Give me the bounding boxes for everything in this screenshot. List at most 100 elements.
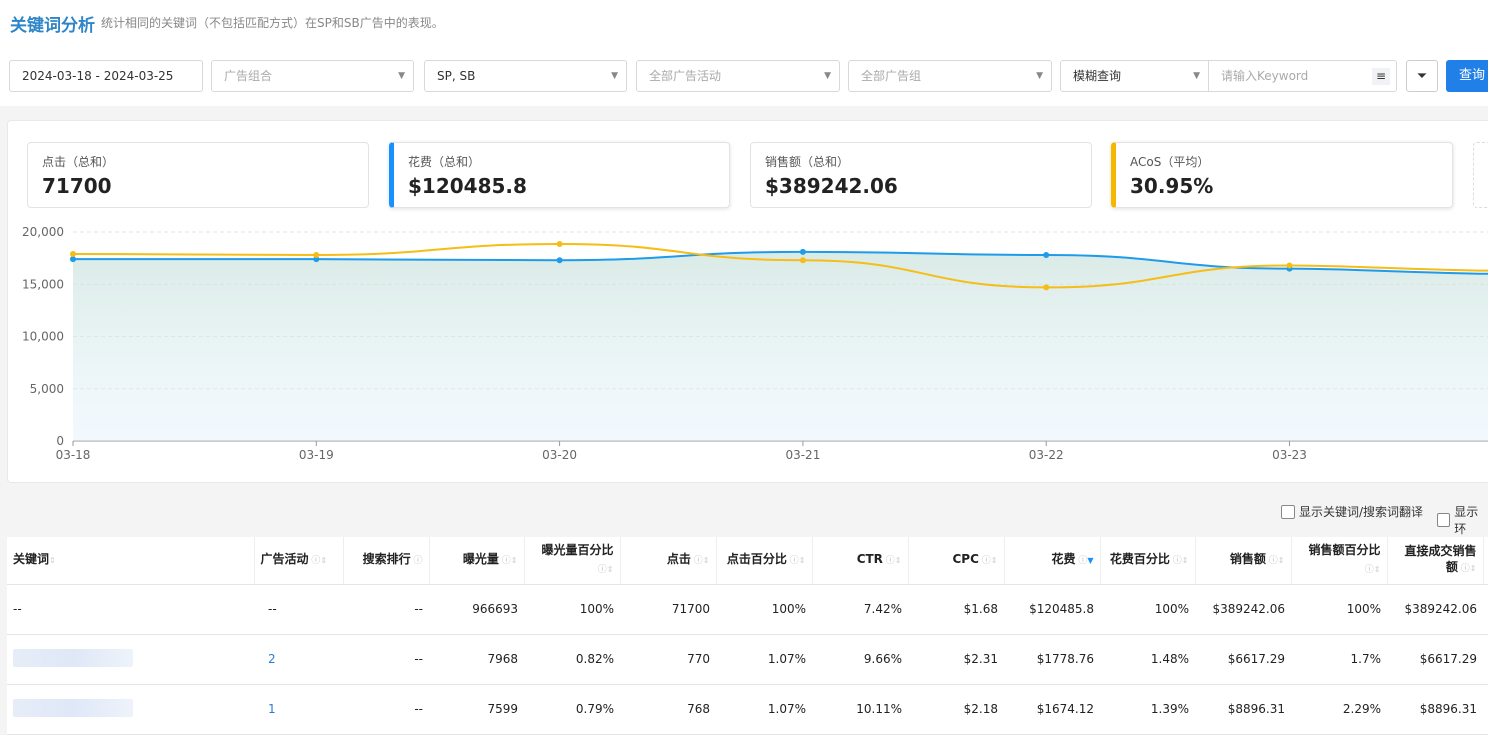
table-cell: $1.68 bbox=[908, 584, 1004, 635]
checkbox-label: 显示关键词/搜索词翻译 bbox=[1299, 505, 1424, 519]
redacted-keyword[interactable] bbox=[13, 698, 133, 717]
table-cell: 100% bbox=[1100, 584, 1195, 635]
checkbox-box[interactable] bbox=[1281, 504, 1295, 519]
table-cell: 768 bbox=[620, 684, 716, 735]
help-icon[interactable]: ⓘ bbox=[787, 556, 799, 566]
sort-icon[interactable]: ⇕ bbox=[49, 556, 56, 565]
help-icon[interactable]: ⓘ bbox=[1266, 556, 1278, 566]
campaign-count-link[interactable]: 2 bbox=[268, 652, 276, 666]
help-icon[interactable]: ⓘ bbox=[499, 556, 511, 566]
help-icon[interactable]: ⓘ bbox=[598, 565, 607, 575]
table-cell: -- bbox=[7, 584, 254, 635]
checkbox-label: 显示环 bbox=[1454, 505, 1479, 536]
table-cell: 7599 bbox=[429, 684, 524, 735]
table-cell bbox=[7, 634, 254, 685]
sort-icon[interactable]: ⇕ bbox=[1182, 556, 1189, 565]
sort-icon[interactable]: ⇕ bbox=[320, 556, 327, 565]
sort-icon[interactable]: ⇕ bbox=[895, 556, 902, 565]
sort-icon[interactable]: ⇕ bbox=[703, 556, 710, 565]
data-point bbox=[1043, 251, 1050, 258]
table-cell: 7968 bbox=[429, 634, 524, 685]
table-cell bbox=[7, 684, 254, 735]
table-cell: $2.18 bbox=[908, 684, 1004, 735]
campaign-count-link[interactable]: 1 bbox=[268, 702, 276, 716]
redacted-keyword[interactable] bbox=[13, 648, 133, 667]
data-point bbox=[799, 257, 806, 264]
help-icon[interactable]: ⓘ bbox=[979, 556, 991, 566]
line-chart: 0 5,000 10,000 15,000 20,000 03-18 03-19 03-20 0… bbox=[22, 225, 1488, 462]
sort-desc-icon[interactable]: ▼ bbox=[1087, 556, 1093, 565]
help-icon[interactable]: ⓘ bbox=[1458, 564, 1470, 574]
checkbox-box[interactable] bbox=[1437, 513, 1451, 527]
table-cell: $6617.29 bbox=[1195, 634, 1291, 685]
column-header[interactable]: 花费 ⓘ▼ bbox=[1004, 537, 1101, 585]
table-cell: 100% bbox=[1291, 584, 1387, 635]
column-header[interactable]: 曝光量 ⓘ⇕ bbox=[429, 537, 525, 585]
column-header[interactable]: 销售额百分比 ⓘ⇕ bbox=[1291, 537, 1388, 585]
sort-icon[interactable]: ⇕ bbox=[799, 556, 806, 565]
help-icon[interactable]: ⓘ bbox=[411, 556, 422, 566]
y-tick-label: 0 bbox=[56, 434, 64, 448]
help-icon[interactable]: ⓘ bbox=[1075, 556, 1087, 566]
sort-icon[interactable]: ⇕ bbox=[511, 556, 518, 565]
table-cell: -- bbox=[343, 684, 429, 735]
column-header[interactable]: 广告活动 ⓘ⇕ bbox=[254, 537, 344, 585]
column-header[interactable]: 点击百分比 ⓘ⇕ bbox=[716, 537, 813, 585]
table-cell: $1778.76 bbox=[1004, 634, 1100, 685]
table-cell: 966693 bbox=[429, 584, 524, 635]
table-cell: $120485.8 bbox=[1004, 584, 1100, 635]
x-tick-label: 03-20 bbox=[542, 448, 577, 462]
table-cell: 770 bbox=[620, 634, 716, 685]
column-header-label: 销售额 bbox=[1229, 552, 1266, 567]
help-icon[interactable]: ⓘ bbox=[1170, 556, 1182, 566]
y-tick-label: 20,000 bbox=[22, 225, 64, 239]
table-cell: 9.66% bbox=[812, 634, 908, 685]
column-header-label: 点击百分比 bbox=[726, 552, 787, 567]
table-cell: $389242.06 bbox=[1195, 584, 1291, 635]
column-header-label: 曝光量 bbox=[462, 552, 499, 567]
table-cell: 1.39% bbox=[1100, 684, 1195, 735]
y-tick-label: 15,000 bbox=[22, 277, 64, 291]
help-icon[interactable]: ⓘ bbox=[309, 556, 320, 566]
column-header[interactable]: 曝光量百分比 ⓘ⇕ bbox=[524, 537, 621, 585]
column-header[interactable]: CTR ⓘ⇕ bbox=[812, 537, 909, 585]
column-header[interactable]: 直接成交销售额 ⓘ⇕ bbox=[1387, 537, 1484, 585]
column-header-label: 广告活动 bbox=[260, 552, 309, 567]
table-row: -- -- -- 966693 100% 71700 100% 7.42% $1.68 $1204… bbox=[7, 584, 1488, 635]
column-header[interactable]: CPC ⓘ⇕ bbox=[908, 537, 1005, 585]
column-header-label: 花费 bbox=[1051, 552, 1076, 567]
column-header-label: 点击 bbox=[666, 552, 691, 567]
help-icon[interactable]: ⓘ bbox=[1365, 565, 1374, 575]
table-cell: 0.79% bbox=[524, 684, 620, 735]
table-cell: 1.07% bbox=[716, 634, 812, 685]
help-icon[interactable]: ⓘ bbox=[691, 556, 703, 566]
show-other-checkbox[interactable]: 显示环 bbox=[1437, 503, 1488, 537]
table-cell: $389242.06 bbox=[1387, 584, 1483, 635]
series-area-blue bbox=[73, 251, 1488, 441]
sort-icon[interactable]: ⇕ bbox=[1374, 565, 1381, 574]
column-header-label: 花费百分比 bbox=[1109, 552, 1170, 567]
table-cell: 100% bbox=[716, 584, 812, 635]
sort-icon[interactable]: ⇕ bbox=[1278, 556, 1285, 565]
column-header[interactable]: 花费百分比 ⓘ⇕ bbox=[1100, 537, 1196, 585]
show-translation-checkbox[interactable]: 显示关键词/搜索词翻译 bbox=[1281, 503, 1423, 520]
column-header-label: 曝光量百分比 bbox=[541, 543, 614, 558]
table-cell: 1.7% bbox=[1291, 634, 1387, 685]
column-header-label: CPC bbox=[952, 552, 979, 567]
sort-icon[interactable]: ⇕ bbox=[607, 565, 614, 574]
table-cell: -- bbox=[254, 584, 343, 635]
table-cell: 71700 bbox=[620, 584, 716, 635]
table-cell: $8896.31 bbox=[1387, 684, 1483, 735]
x-tick-label: 03-22 bbox=[1029, 448, 1064, 462]
x-tick-label: 03-23 bbox=[1272, 448, 1307, 462]
column-header[interactable]: 搜索排行 ⓘ bbox=[343, 537, 430, 585]
sort-icon[interactable]: ⇕ bbox=[1470, 564, 1477, 573]
column-header[interactable]: 关键词⇕ bbox=[7, 537, 255, 585]
help-icon[interactable]: ⓘ bbox=[883, 556, 895, 566]
data-point bbox=[1286, 262, 1293, 269]
column-header[interactable]: 点击 ⓘ⇕ bbox=[620, 537, 717, 585]
y-tick-label: 10,000 bbox=[22, 330, 64, 344]
column-header[interactable]: 销售额 ⓘ⇕ bbox=[1195, 537, 1292, 585]
sort-icon[interactable]: ⇕ bbox=[991, 556, 998, 565]
table-cell: 10.11% bbox=[812, 684, 908, 735]
